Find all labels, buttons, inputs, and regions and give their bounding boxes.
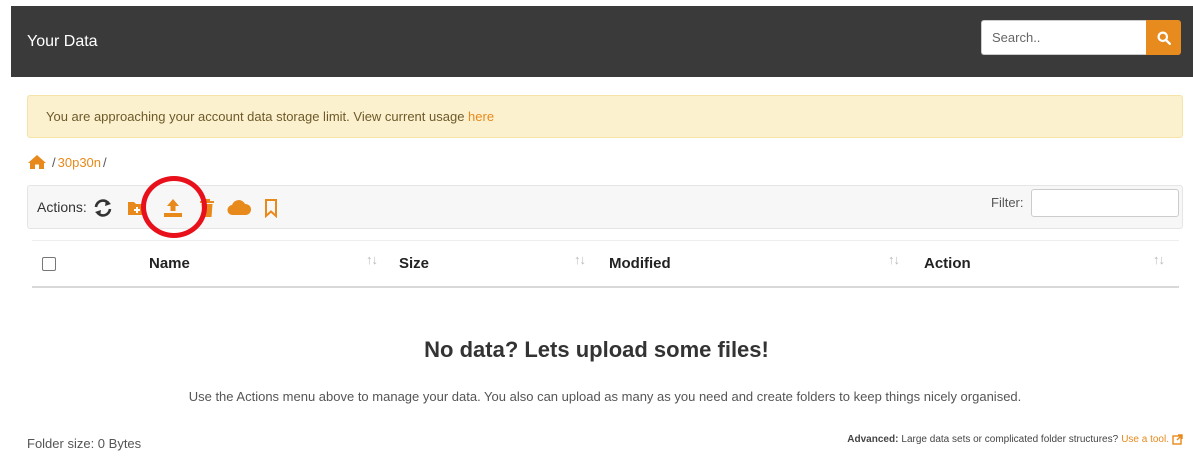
top-header-bar: Your Data [11, 6, 1193, 77]
actions-toolbar: Actions: Filter: [27, 185, 1183, 229]
new-folder-icon[interactable] [124, 195, 150, 221]
search-button[interactable] [1146, 20, 1181, 55]
breadcrumb-separator: / [103, 154, 107, 170]
storage-limit-alert: You are approaching your account data st… [27, 95, 1183, 138]
sort-icon[interactable]: ↑↓ [888, 252, 900, 267]
files-table-header: Name ↑↓ Size ↑↓ Modified ↑↓ Action ↑↓ [32, 240, 1179, 288]
delete-icon[interactable] [194, 195, 220, 221]
breadcrumb-separator: / [52, 154, 56, 170]
column-header-name[interactable]: Name [149, 255, 190, 272]
page-title: Your Data [27, 33, 98, 50]
actions-label: Actions: [37, 199, 87, 215]
advanced-label: Advanced: [847, 434, 899, 445]
advanced-text: Large data sets or complicated folder st… [901, 434, 1119, 445]
use-a-tool-link[interactable]: Use a tool. [1121, 434, 1169, 445]
alert-text: You are approaching your account data st… [46, 109, 469, 124]
folder-size-text: Folder size: 0 Bytes [27, 436, 142, 451]
breadcrumb-folder-link[interactable]: 30p30n [58, 155, 101, 170]
select-all-checkbox[interactable] [42, 257, 56, 271]
column-header-size[interactable]: Size [399, 255, 429, 272]
usage-link[interactable]: here [468, 109, 494, 124]
search-icon [1157, 31, 1171, 45]
filter-label: Filter: [991, 195, 1024, 210]
refresh-icon[interactable] [90, 195, 116, 221]
bookmark-icon[interactable] [258, 195, 284, 221]
upload-icon[interactable] [160, 195, 186, 221]
sort-icon[interactable]: ↑↓ [1153, 252, 1165, 267]
external-link-icon[interactable] [1172, 434, 1183, 445]
search-input[interactable] [981, 20, 1146, 55]
column-header-modified[interactable]: Modified [609, 255, 671, 272]
cloud-icon[interactable] [226, 195, 252, 221]
home-icon[interactable] [27, 154, 47, 170]
empty-state-subtitle: Use the Actions menu above to manage you… [188, 389, 1022, 404]
search-box [981, 20, 1191, 55]
sort-icon[interactable]: ↑↓ [574, 252, 586, 267]
breadcrumb: / 30p30n / [27, 152, 109, 172]
column-header-action[interactable]: Action [924, 255, 971, 272]
filter-input[interactable] [1031, 189, 1179, 217]
empty-state-title: No data? Lets upload some files! [424, 337, 769, 362]
sort-icon[interactable]: ↑↓ [366, 252, 378, 267]
advanced-note: Advanced: Large data sets or complicated… [847, 434, 1183, 445]
